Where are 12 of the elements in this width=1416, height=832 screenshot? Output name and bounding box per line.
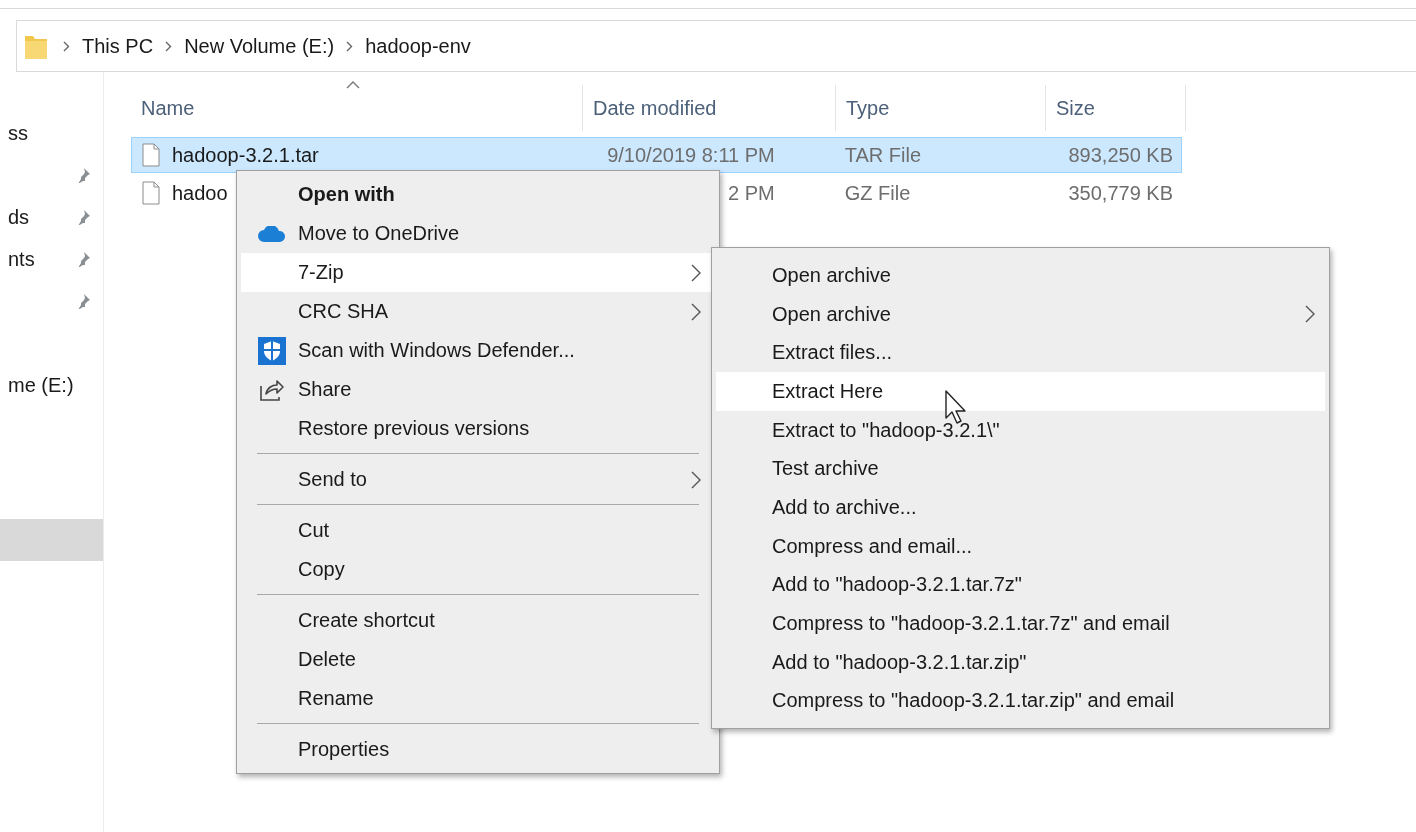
- date-modified: 2 PM: [728, 181, 775, 205]
- file-size: 893,250 KB: [1068, 143, 1173, 167]
- nav-label: me (E:): [8, 373, 74, 397]
- file-size: 350,779 KB: [1068, 181, 1173, 205]
- file-name: hadoop-3.2.1.tar: [172, 143, 319, 167]
- file-name: hadoo: [172, 181, 228, 205]
- date-modified: 9/10/2019 8:11 PM: [607, 143, 775, 167]
- nav-label: nts: [8, 247, 35, 271]
- nav-label: ss: [8, 121, 28, 145]
- file-type: TAR File: [844, 143, 921, 167]
- nav-label: ds: [8, 205, 30, 229]
- file-type: GZ File: [844, 181, 911, 205]
